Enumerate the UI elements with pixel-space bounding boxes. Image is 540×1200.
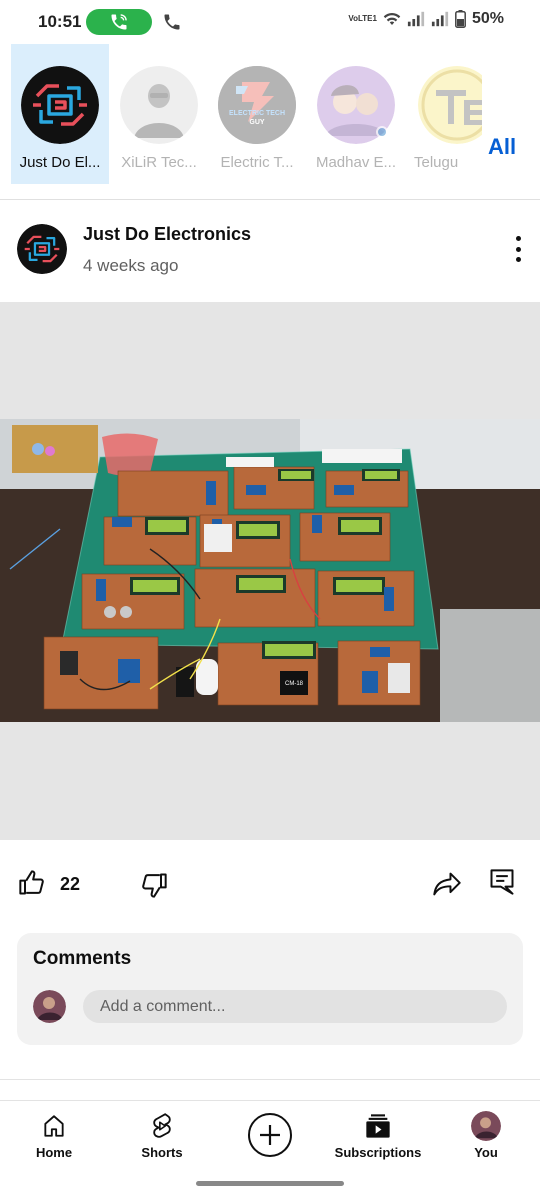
- just-do-electronics-logo: [21, 66, 99, 144]
- nav-subscriptions[interactable]: Subscriptions: [328, 1111, 428, 1160]
- status-bar: 10:51 VoLTE1 50%: [0, 0, 540, 44]
- nav-home[interactable]: Home: [4, 1111, 104, 1160]
- channel-chip-telugu[interactable]: Telugu: [404, 44, 482, 184]
- post-image-container[interactable]: CM-18: [0, 302, 540, 840]
- gesture-navigation-bar[interactable]: [196, 1181, 344, 1186]
- volte-indicator: VoLTE1: [348, 14, 377, 23]
- signal-strength-icon-2: [431, 11, 449, 27]
- post-channel-name[interactable]: Just Do Electronics: [83, 224, 251, 245]
- share-icon[interactable]: [432, 871, 462, 897]
- electric-tech-guy-logo: [218, 66, 296, 144]
- like-count: 22: [60, 874, 81, 894]
- channel-chip-just-do-electronics[interactable]: Just Do El...: [11, 44, 109, 184]
- channel-name: Electric T...: [220, 154, 294, 171]
- nav-label: Home: [35, 1145, 73, 1160]
- channel-avatar: [120, 66, 198, 144]
- channel-chip-xilir-tech[interactable]: XiLiR Tec...: [110, 44, 208, 184]
- electric-tech-logo-text: ELECTRIC TECH: [229, 110, 285, 117]
- plus-icon: [260, 1125, 280, 1145]
- subscribed-channels-strip: Just Do El... XiLiR Tec... ELECTRIC TECH…: [0, 44, 540, 200]
- status-time: 10:51: [38, 12, 82, 31]
- comment-input[interactable]: Add a comment...: [83, 990, 507, 1023]
- electric-tech-logo-subtext: GUY: [249, 119, 265, 126]
- user-avatar: [33, 990, 66, 1023]
- subscriptions-icon: [366, 1114, 390, 1138]
- nav-label: You: [474, 1145, 498, 1160]
- channel-chip-electric-tech-guy[interactable]: ELECTRIC TECH GUY Electric T...: [208, 44, 306, 184]
- channel-chip-madhav-electronics[interactable]: Madhav E...: [307, 44, 405, 184]
- nav-shorts[interactable]: Shorts: [112, 1111, 212, 1160]
- system-icons: VoLTE1 50%: [348, 10, 504, 28]
- bottom-navigation: Home Shorts Subscriptions You: [0, 1100, 540, 1176]
- nav-label: Shorts: [141, 1145, 183, 1160]
- battery-icon: [455, 10, 466, 28]
- comments-title: Comments: [33, 948, 132, 969]
- new-content-dot: [376, 126, 388, 138]
- ongoing-call-pill[interactable]: [86, 9, 152, 35]
- all-channels-link[interactable]: All: [488, 134, 516, 160]
- electronics-projects-photo: CM-18: [0, 419, 540, 722]
- post-timestamp: 4 weeks ago: [83, 256, 179, 275]
- wifi-icon: [383, 12, 401, 25]
- user-avatar-image: [33, 990, 66, 1023]
- shorts-icon: [153, 1113, 171, 1138]
- channel-name: Telugu: [414, 154, 459, 171]
- comments-icon[interactable]: [489, 868, 515, 896]
- phone-call-icon: [111, 14, 127, 30]
- module-label: CM-18: [285, 681, 304, 687]
- channel-avatar: ELECTRIC TECH GUY: [218, 66, 296, 144]
- more-options-icon[interactable]: [508, 236, 528, 262]
- channel-name: XiLiR Tec...: [121, 154, 197, 171]
- channel-name: Madhav E...: [315, 154, 397, 171]
- post-photo: CM-18: [0, 419, 540, 722]
- channel-avatar: [418, 66, 482, 144]
- just-do-electronics-logo: [17, 224, 67, 274]
- comments-section: Comments Add a comment...: [17, 933, 523, 1045]
- post-header: Just Do Electronics 4 weeks ago: [0, 200, 540, 302]
- divider: [0, 1079, 540, 1080]
- nav-you[interactable]: You: [436, 1111, 536, 1160]
- phone-icon: [164, 14, 180, 30]
- nav-label: Subscriptions: [334, 1145, 422, 1160]
- home-icon: [44, 1115, 64, 1137]
- like-icon[interactable]: [18, 869, 46, 897]
- you-avatar: [471, 1111, 501, 1141]
- channel-avatar: [21, 66, 99, 144]
- telugu-channel-logo: [418, 66, 482, 144]
- signal-strength-icon: [407, 11, 425, 27]
- create-button[interactable]: [248, 1113, 292, 1157]
- channel-name: Just Do El...: [19, 154, 101, 171]
- post-actions: 22: [0, 862, 540, 906]
- battery-percentage: 50%: [471, 10, 504, 27]
- post-channel-avatar[interactable]: [17, 224, 67, 274]
- dislike-icon[interactable]: [140, 871, 168, 899]
- xilir-tech-avatar: [120, 66, 198, 144]
- user-avatar-image: [471, 1111, 501, 1141]
